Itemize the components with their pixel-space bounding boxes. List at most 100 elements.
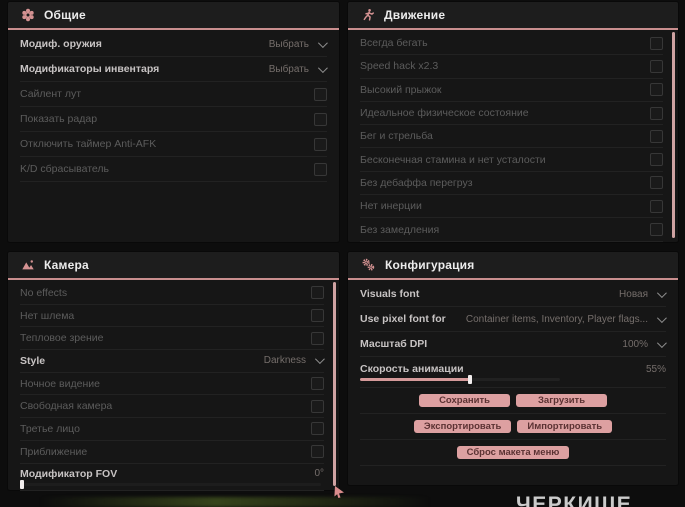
menu-row[interactable]: Тепловое зрение (20, 327, 324, 351)
menu-row[interactable]: Speed hack x2.3 (360, 55, 663, 79)
menu-row[interactable]: K/D сбрасыватель (20, 157, 327, 182)
checkbox[interactable] (650, 83, 663, 97)
slider[interactable] (360, 375, 560, 384)
panel-title: Движение (384, 8, 446, 22)
row-label: Идеальное физическое состояние (360, 107, 529, 120)
menu-row[interactable]: Приближение (20, 441, 324, 464)
row-label: Без замедления (360, 223, 440, 236)
checkbox[interactable] (650, 153, 663, 167)
menu-row[interactable]: Без замедления (360, 218, 663, 242)
action-button[interactable]: Импортировать (517, 420, 613, 433)
panel-title: Конфигурация (385, 258, 475, 272)
checkbox[interactable] (311, 377, 324, 391)
panel-movement-header: Движение (348, 2, 678, 30)
panel-movement-body: Всегда бегать Speed hack x2.3 Высокий прыж… (348, 30, 678, 242)
menu-row[interactable]: Свободная камера (20, 395, 324, 419)
button-row: Сохранить Загрузить (360, 388, 666, 414)
dropdown[interactable]: Выбрать (268, 37, 328, 50)
cheat-menu-overlay: Общие Модиф. оружия Выбрать Модификаторы и… (0, 0, 685, 507)
menu-row[interactable]: Модификаторы инвентаря Выбрать (20, 57, 328, 82)
row-label: Сайлент лут (20, 88, 82, 100)
row-line: Скорость анимации 55% (360, 363, 666, 375)
checkbox[interactable] (311, 286, 324, 300)
dropdown[interactable]: Darkness (264, 354, 325, 366)
checkbox[interactable] (311, 445, 324, 459)
checkbox[interactable] (311, 309, 324, 323)
menu-row[interactable]: Масштаб DPI 100% (360, 332, 667, 357)
checkbox[interactable] (314, 112, 327, 126)
menu-row[interactable]: Высокий прыжок (360, 79, 663, 102)
dropdown-value: Новая (619, 288, 648, 300)
dropdown[interactable]: Новая (619, 287, 667, 300)
slider-fill (360, 378, 470, 381)
slider[interactable] (20, 479, 321, 489)
panel-camera-body: No effects Нет шлема Тепловое зрение Style D… (8, 280, 339, 491)
checkbox[interactable] (311, 399, 324, 413)
menu-row[interactable]: Бесконечная стамина и нет усталости (360, 148, 663, 172)
dropdown[interactable]: Container items, Inventory, Player flags… (466, 312, 667, 325)
menu-row[interactable]: No effects (20, 282, 324, 305)
checkbox[interactable] (311, 422, 324, 436)
flower-icon (21, 8, 35, 22)
action-button[interactable]: Загрузить (516, 394, 607, 407)
chevron-down-icon (317, 62, 328, 73)
panel-movement: Движение Всегда бегать Speed hack x2.3 Выс… (348, 2, 678, 242)
checkbox[interactable] (650, 59, 663, 73)
row-line: Ночное видение (20, 377, 324, 391)
checkbox[interactable] (314, 162, 327, 176)
menu-row[interactable]: Без дебаффа перегруз (360, 172, 663, 196)
panel-title: Общие (44, 8, 86, 22)
menu-row[interactable]: Идеальное физическое состояние (360, 102, 663, 126)
action-button[interactable]: Сохранить (419, 394, 510, 407)
row-label: Style (20, 354, 46, 367)
row-line: Модификаторы инвентаря Выбрать (20, 62, 328, 75)
row-label: Приближение (20, 445, 88, 458)
slider-value: 55% (645, 363, 666, 375)
menu-row[interactable]: Visuals font Новая (360, 282, 667, 307)
checkbox[interactable] (650, 223, 663, 237)
chevron-down-icon (656, 337, 667, 348)
menu-row[interactable]: Use pixel font for Container items, Inven… (360, 307, 667, 332)
scrollbar[interactable] (672, 32, 675, 238)
row-line: Бег и стрельба (360, 129, 663, 143)
image-icon (21, 258, 35, 272)
menu-row[interactable]: Показать радар (20, 107, 327, 132)
menu-row[interactable]: Ночное видение (20, 373, 324, 396)
menu-row[interactable]: Отключить таймер Anti-AFK (20, 132, 327, 157)
row-line: Приближение (20, 445, 324, 459)
menu-row[interactable]: Бег и стрельба (360, 125, 663, 149)
button-row: Сброс макета меню (360, 440, 666, 466)
slider-handle[interactable] (468, 375, 472, 384)
menu-row[interactable]: Третье лицо (20, 418, 324, 441)
row-line: Показать радар (20, 112, 327, 126)
menu-row[interactable]: Всегда бегать (360, 32, 663, 56)
row-label: Свободная камера (20, 400, 113, 413)
row-label: Масштаб DPI (360, 338, 428, 350)
checkbox[interactable] (311, 331, 324, 345)
chevron-down-icon (656, 312, 667, 323)
checkbox[interactable] (650, 106, 663, 120)
checkbox[interactable] (650, 36, 663, 50)
action-button[interactable]: Сброс макета меню (456, 446, 570, 459)
menu-row[interactable]: Нет инерции (360, 195, 663, 219)
dropdown[interactable]: 100% (622, 337, 667, 350)
row-label: Высокий прыжок (360, 83, 442, 96)
action-button[interactable]: Экспортировать (413, 420, 512, 433)
checkbox[interactable] (314, 87, 327, 101)
checkbox[interactable] (314, 137, 327, 151)
checkbox[interactable] (650, 129, 663, 143)
checkbox[interactable] (650, 199, 663, 213)
menu-row[interactable]: Нет шлема (20, 305, 324, 328)
dropdown-value: Выбрать (268, 38, 309, 50)
menu-row[interactable]: Модиф. оружия Выбрать (20, 32, 328, 57)
row-line: Свободная камера (20, 399, 324, 413)
mouse-cursor (334, 485, 345, 503)
row-label: Модификатор FOV (20, 467, 118, 480)
scrollbar[interactable] (333, 282, 336, 486)
menu-row[interactable]: Сайлент лут (20, 82, 327, 107)
menu-row[interactable]: Style Darkness (20, 350, 325, 373)
row-line: Тепловое зрение (20, 331, 324, 345)
dropdown[interactable]: Выбрать (269, 62, 328, 75)
checkbox[interactable] (650, 176, 663, 190)
slider-handle[interactable] (20, 479, 24, 489)
